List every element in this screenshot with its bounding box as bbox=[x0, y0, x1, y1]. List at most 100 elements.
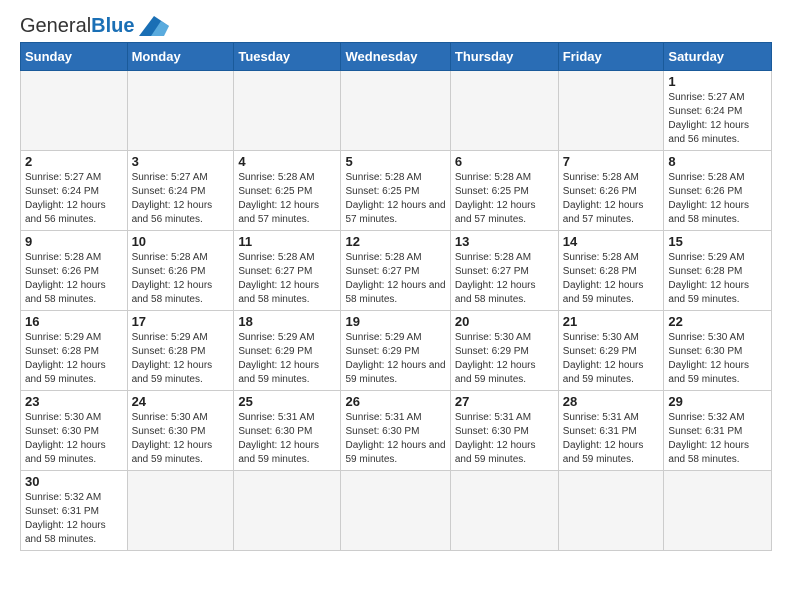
day-cell: 24Sunrise: 5:30 AM Sunset: 6:30 PM Dayli… bbox=[127, 391, 234, 471]
day-cell: 17Sunrise: 5:29 AM Sunset: 6:28 PM Dayli… bbox=[127, 311, 234, 391]
day-info: Sunrise: 5:27 AM Sunset: 6:24 PM Dayligh… bbox=[132, 171, 230, 227]
day-cell bbox=[450, 471, 558, 551]
day-cell: 29 Sunrise: 5:32 AM Sunset: 6:31 PM Dayli… bbox=[664, 391, 772, 471]
day-info: Sunrise: 5:29 AM Sunset: 6:29 PM Dayligh… bbox=[238, 331, 336, 387]
day-cell: 15 Sunrise: 5:29 AM Sunset: 6:28 PM Dayli… bbox=[664, 231, 772, 311]
day-number: 2 bbox=[25, 154, 123, 169]
day-number: 5 bbox=[345, 154, 445, 169]
day-number: 30 bbox=[25, 474, 123, 489]
day-info: Sunrise: 5:28 AM Sunset: 6:26 PM Dayligh… bbox=[668, 171, 767, 227]
calendar-header-row: SundayMondayTuesdayWednesdayThursdayFrid… bbox=[21, 43, 772, 71]
day-number: 3 bbox=[132, 154, 230, 169]
day-cell: 30 Sunrise: 5:32 AM Sunset: 6:31 PM Dayli… bbox=[21, 471, 128, 551]
day-cell: 13 Sunrise: 5:28 AM Sunset: 6:27 PM Dayli… bbox=[450, 231, 558, 311]
day-cell bbox=[450, 71, 558, 151]
day-info: Sunrise: 5:28 AM Sunset: 6:25 PM Dayligh… bbox=[455, 171, 554, 227]
header-friday: Friday bbox=[558, 43, 664, 71]
day-info: Sunrise: 5:28 AM Sunset: 6:27 PM Dayligh… bbox=[238, 251, 336, 307]
day-cell: 5 Sunrise: 5:28 AM Sunset: 6:25 PM Daylig… bbox=[341, 151, 450, 231]
day-info: Sunrise: 5:27 AM Sunset: 6:24 PM Dayligh… bbox=[25, 171, 123, 227]
day-info: Sunrise: 5:28 AM Sunset: 6:25 PM Dayligh… bbox=[238, 171, 336, 227]
day-cell bbox=[558, 471, 664, 551]
day-number: 27 bbox=[455, 394, 554, 409]
day-info: Sunrise: 5:28 AM Sunset: 6:26 PM Dayligh… bbox=[25, 251, 123, 307]
day-number: 4 bbox=[238, 154, 336, 169]
day-cell bbox=[341, 471, 450, 551]
logo-general: General bbox=[20, 15, 91, 37]
day-number: 29 bbox=[668, 394, 767, 409]
day-cell: 16 Sunrise: 5:29 AM Sunset: 6:28 PM Dayli… bbox=[21, 311, 128, 391]
day-info: Sunrise: 5:30 AM Sunset: 6:29 PM Dayligh… bbox=[455, 331, 554, 387]
week-row-2: 9 Sunrise: 5:28 AM Sunset: 6:26 PM Daylig… bbox=[21, 231, 772, 311]
day-cell: 10Sunrise: 5:28 AM Sunset: 6:26 PM Dayli… bbox=[127, 231, 234, 311]
header-monday: Monday bbox=[127, 43, 234, 71]
day-cell: 23 Sunrise: 5:30 AM Sunset: 6:30 PM Dayli… bbox=[21, 391, 128, 471]
header-saturday: Saturday bbox=[664, 43, 772, 71]
day-cell bbox=[234, 71, 341, 151]
day-number: 23 bbox=[25, 394, 123, 409]
day-cell: 22 Sunrise: 5:30 AM Sunset: 6:30 PM Dayli… bbox=[664, 311, 772, 391]
day-info: Sunrise: 5:28 AM Sunset: 6:27 PM Dayligh… bbox=[345, 251, 445, 307]
day-info: Sunrise: 5:29 AM Sunset: 6:28 PM Dayligh… bbox=[668, 251, 767, 307]
day-cell: 3 Sunrise: 5:27 AM Sunset: 6:24 PM Daylig… bbox=[127, 151, 234, 231]
day-number: 21 bbox=[563, 314, 660, 329]
day-info: Sunrise: 5:28 AM Sunset: 6:25 PM Dayligh… bbox=[345, 171, 445, 227]
header-sunday: Sunday bbox=[21, 43, 128, 71]
day-cell: 9 Sunrise: 5:28 AM Sunset: 6:26 PM Daylig… bbox=[21, 231, 128, 311]
day-cell: 27Sunrise: 5:31 AM Sunset: 6:30 PM Dayli… bbox=[450, 391, 558, 471]
day-cell: 19Sunrise: 5:29 AM Sunset: 6:29 PM Dayli… bbox=[341, 311, 450, 391]
day-number: 9 bbox=[25, 234, 123, 249]
day-cell: 2 Sunrise: 5:27 AM Sunset: 6:24 PM Daylig… bbox=[21, 151, 128, 231]
day-number: 8 bbox=[668, 154, 767, 169]
day-cell: 1 Sunrise: 5:27 AM Sunset: 6:24 PM Daylig… bbox=[664, 71, 772, 151]
day-cell bbox=[558, 71, 664, 151]
day-cell bbox=[127, 471, 234, 551]
day-number: 15 bbox=[668, 234, 767, 249]
day-info: Sunrise: 5:31 AM Sunset: 6:30 PM Dayligh… bbox=[345, 411, 445, 467]
day-number: 19 bbox=[345, 314, 445, 329]
day-info: Sunrise: 5:28 AM Sunset: 6:28 PM Dayligh… bbox=[563, 251, 660, 307]
day-number: 18 bbox=[238, 314, 336, 329]
day-number: 25 bbox=[238, 394, 336, 409]
day-number: 12 bbox=[345, 234, 445, 249]
header-wednesday: Wednesday bbox=[341, 43, 450, 71]
day-info: Sunrise: 5:32 AM Sunset: 6:31 PM Dayligh… bbox=[668, 411, 767, 467]
day-cell: 25 Sunrise: 5:31 AM Sunset: 6:30 PM Dayli… bbox=[234, 391, 341, 471]
day-cell bbox=[21, 71, 128, 151]
day-info: Sunrise: 5:29 AM Sunset: 6:28 PM Dayligh… bbox=[132, 331, 230, 387]
day-number: 16 bbox=[25, 314, 123, 329]
day-number: 20 bbox=[455, 314, 554, 329]
day-cell: 8 Sunrise: 5:28 AM Sunset: 6:26 PM Daylig… bbox=[664, 151, 772, 231]
logo: GeneralBlue bbox=[20, 16, 169, 36]
day-number: 13 bbox=[455, 234, 554, 249]
day-info: Sunrise: 5:30 AM Sunset: 6:30 PM Dayligh… bbox=[25, 411, 123, 467]
day-info: Sunrise: 5:28 AM Sunset: 6:26 PM Dayligh… bbox=[563, 171, 660, 227]
day-info: Sunrise: 5:30 AM Sunset: 6:30 PM Dayligh… bbox=[668, 331, 767, 387]
day-cell: 7Sunrise: 5:28 AM Sunset: 6:26 PM Daylig… bbox=[558, 151, 664, 231]
day-cell bbox=[664, 471, 772, 551]
day-number: 24 bbox=[132, 394, 230, 409]
day-info: Sunrise: 5:31 AM Sunset: 6:30 PM Dayligh… bbox=[238, 411, 336, 467]
header-tuesday: Tuesday bbox=[234, 43, 341, 71]
day-cell: 6 Sunrise: 5:28 AM Sunset: 6:25 PM Daylig… bbox=[450, 151, 558, 231]
day-info: Sunrise: 5:27 AM Sunset: 6:24 PM Dayligh… bbox=[668, 91, 767, 147]
day-cell bbox=[127, 71, 234, 151]
week-row-0: 1 Sunrise: 5:27 AM Sunset: 6:24 PM Daylig… bbox=[21, 71, 772, 151]
day-info: Sunrise: 5:32 AM Sunset: 6:31 PM Dayligh… bbox=[25, 491, 123, 547]
logo-blue: Blue bbox=[91, 15, 134, 37]
day-cell bbox=[234, 471, 341, 551]
week-row-3: 16 Sunrise: 5:29 AM Sunset: 6:28 PM Dayli… bbox=[21, 311, 772, 391]
calendar-table: SundayMondayTuesdayWednesdayThursdayFrid… bbox=[20, 42, 772, 551]
week-row-4: 23 Sunrise: 5:30 AM Sunset: 6:30 PM Dayli… bbox=[21, 391, 772, 471]
day-number: 1 bbox=[668, 74, 767, 89]
day-cell: 21Sunrise: 5:30 AM Sunset: 6:29 PM Dayli… bbox=[558, 311, 664, 391]
day-number: 26 bbox=[345, 394, 445, 409]
day-info: Sunrise: 5:28 AM Sunset: 6:27 PM Dayligh… bbox=[455, 251, 554, 307]
day-number: 6 bbox=[455, 154, 554, 169]
day-number: 28 bbox=[563, 394, 660, 409]
day-cell: 11Sunrise: 5:28 AM Sunset: 6:27 PM Dayli… bbox=[234, 231, 341, 311]
week-row-1: 2 Sunrise: 5:27 AM Sunset: 6:24 PM Daylig… bbox=[21, 151, 772, 231]
day-cell: 14Sunrise: 5:28 AM Sunset: 6:28 PM Dayli… bbox=[558, 231, 664, 311]
day-info: Sunrise: 5:29 AM Sunset: 6:28 PM Dayligh… bbox=[25, 331, 123, 387]
day-number: 22 bbox=[668, 314, 767, 329]
